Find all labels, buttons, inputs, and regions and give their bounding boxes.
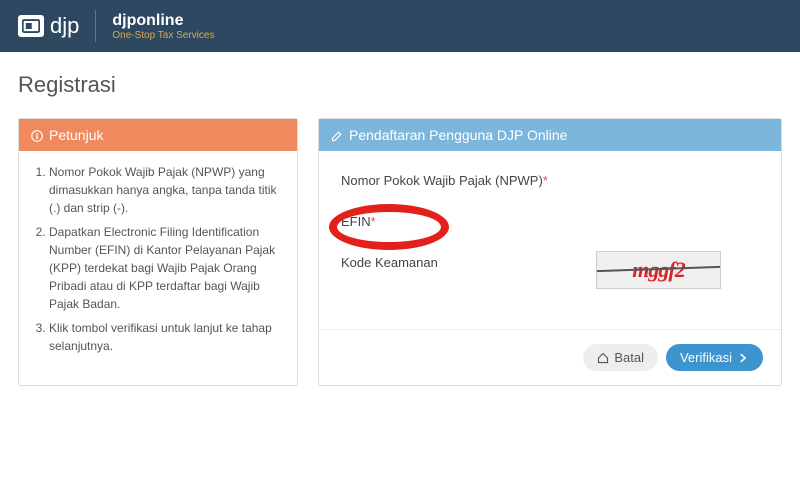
instruction-item: Dapatkan Electronic Filing Identificatio… <box>49 223 283 313</box>
verify-label: Verifikasi <box>680 350 732 365</box>
form-title: Pendaftaran Pengguna DJP Online <box>349 127 567 143</box>
instructions-body: Nomor Pokok Wajib Pajak (NPWP) yang dima… <box>19 151 297 373</box>
instruction-item: Nomor Pokok Wajib Pajak (NPWP) yang dima… <box>49 163 283 217</box>
brand-subtitle: One-Stop Tax Services <box>112 30 214 41</box>
captcha-image: mggf2 <box>596 251 721 289</box>
chevron-right-icon <box>737 352 749 364</box>
logo-text: djp <box>50 13 79 39</box>
instructions-title: Petunjuk <box>49 127 103 143</box>
brand: djponline One-Stop Tax Services <box>112 12 214 41</box>
cancel-button[interactable]: Batal <box>583 344 658 371</box>
instructions-panel: Petunjuk Nomor Pokok Wajib Pajak (NPWP) … <box>18 118 298 386</box>
required-mark: * <box>543 173 548 188</box>
instruction-item: Klik tombol verifikasi untuk lanjut ke t… <box>49 319 283 355</box>
efin-label: EFIN <box>341 214 371 229</box>
logo: djp <box>18 13 79 39</box>
divider <box>95 10 96 42</box>
info-icon <box>31 129 43 141</box>
form-header: Pendaftaran Pengguna DJP Online <box>319 119 781 151</box>
required-mark: * <box>371 214 376 229</box>
brand-title: djponline <box>112 12 214 30</box>
page-title: Registrasi <box>18 72 782 98</box>
instructions-header: Petunjuk <box>19 119 297 151</box>
field-npwp: Nomor Pokok Wajib Pajak (NPWP)* <box>341 169 759 188</box>
form-footer: Batal Verifikasi <box>319 329 781 385</box>
field-efin: EFIN* <box>341 210 759 229</box>
captcha-label: Kode Keamanan <box>341 255 438 270</box>
app-header: djp djponline One-Stop Tax Services <box>0 0 800 52</box>
registration-panel: Pendaftaran Pengguna DJP Online Nomor Po… <box>318 118 782 386</box>
home-icon <box>597 352 609 364</box>
edit-icon <box>331 129 343 141</box>
npwp-label: Nomor Pokok Wajib Pajak (NPWP) <box>341 173 543 188</box>
logo-icon <box>18 15 44 37</box>
verify-button[interactable]: Verifikasi <box>666 344 763 371</box>
field-captcha: Kode Keamanan mggf2 <box>341 251 759 289</box>
cancel-label: Batal <box>614 350 644 365</box>
